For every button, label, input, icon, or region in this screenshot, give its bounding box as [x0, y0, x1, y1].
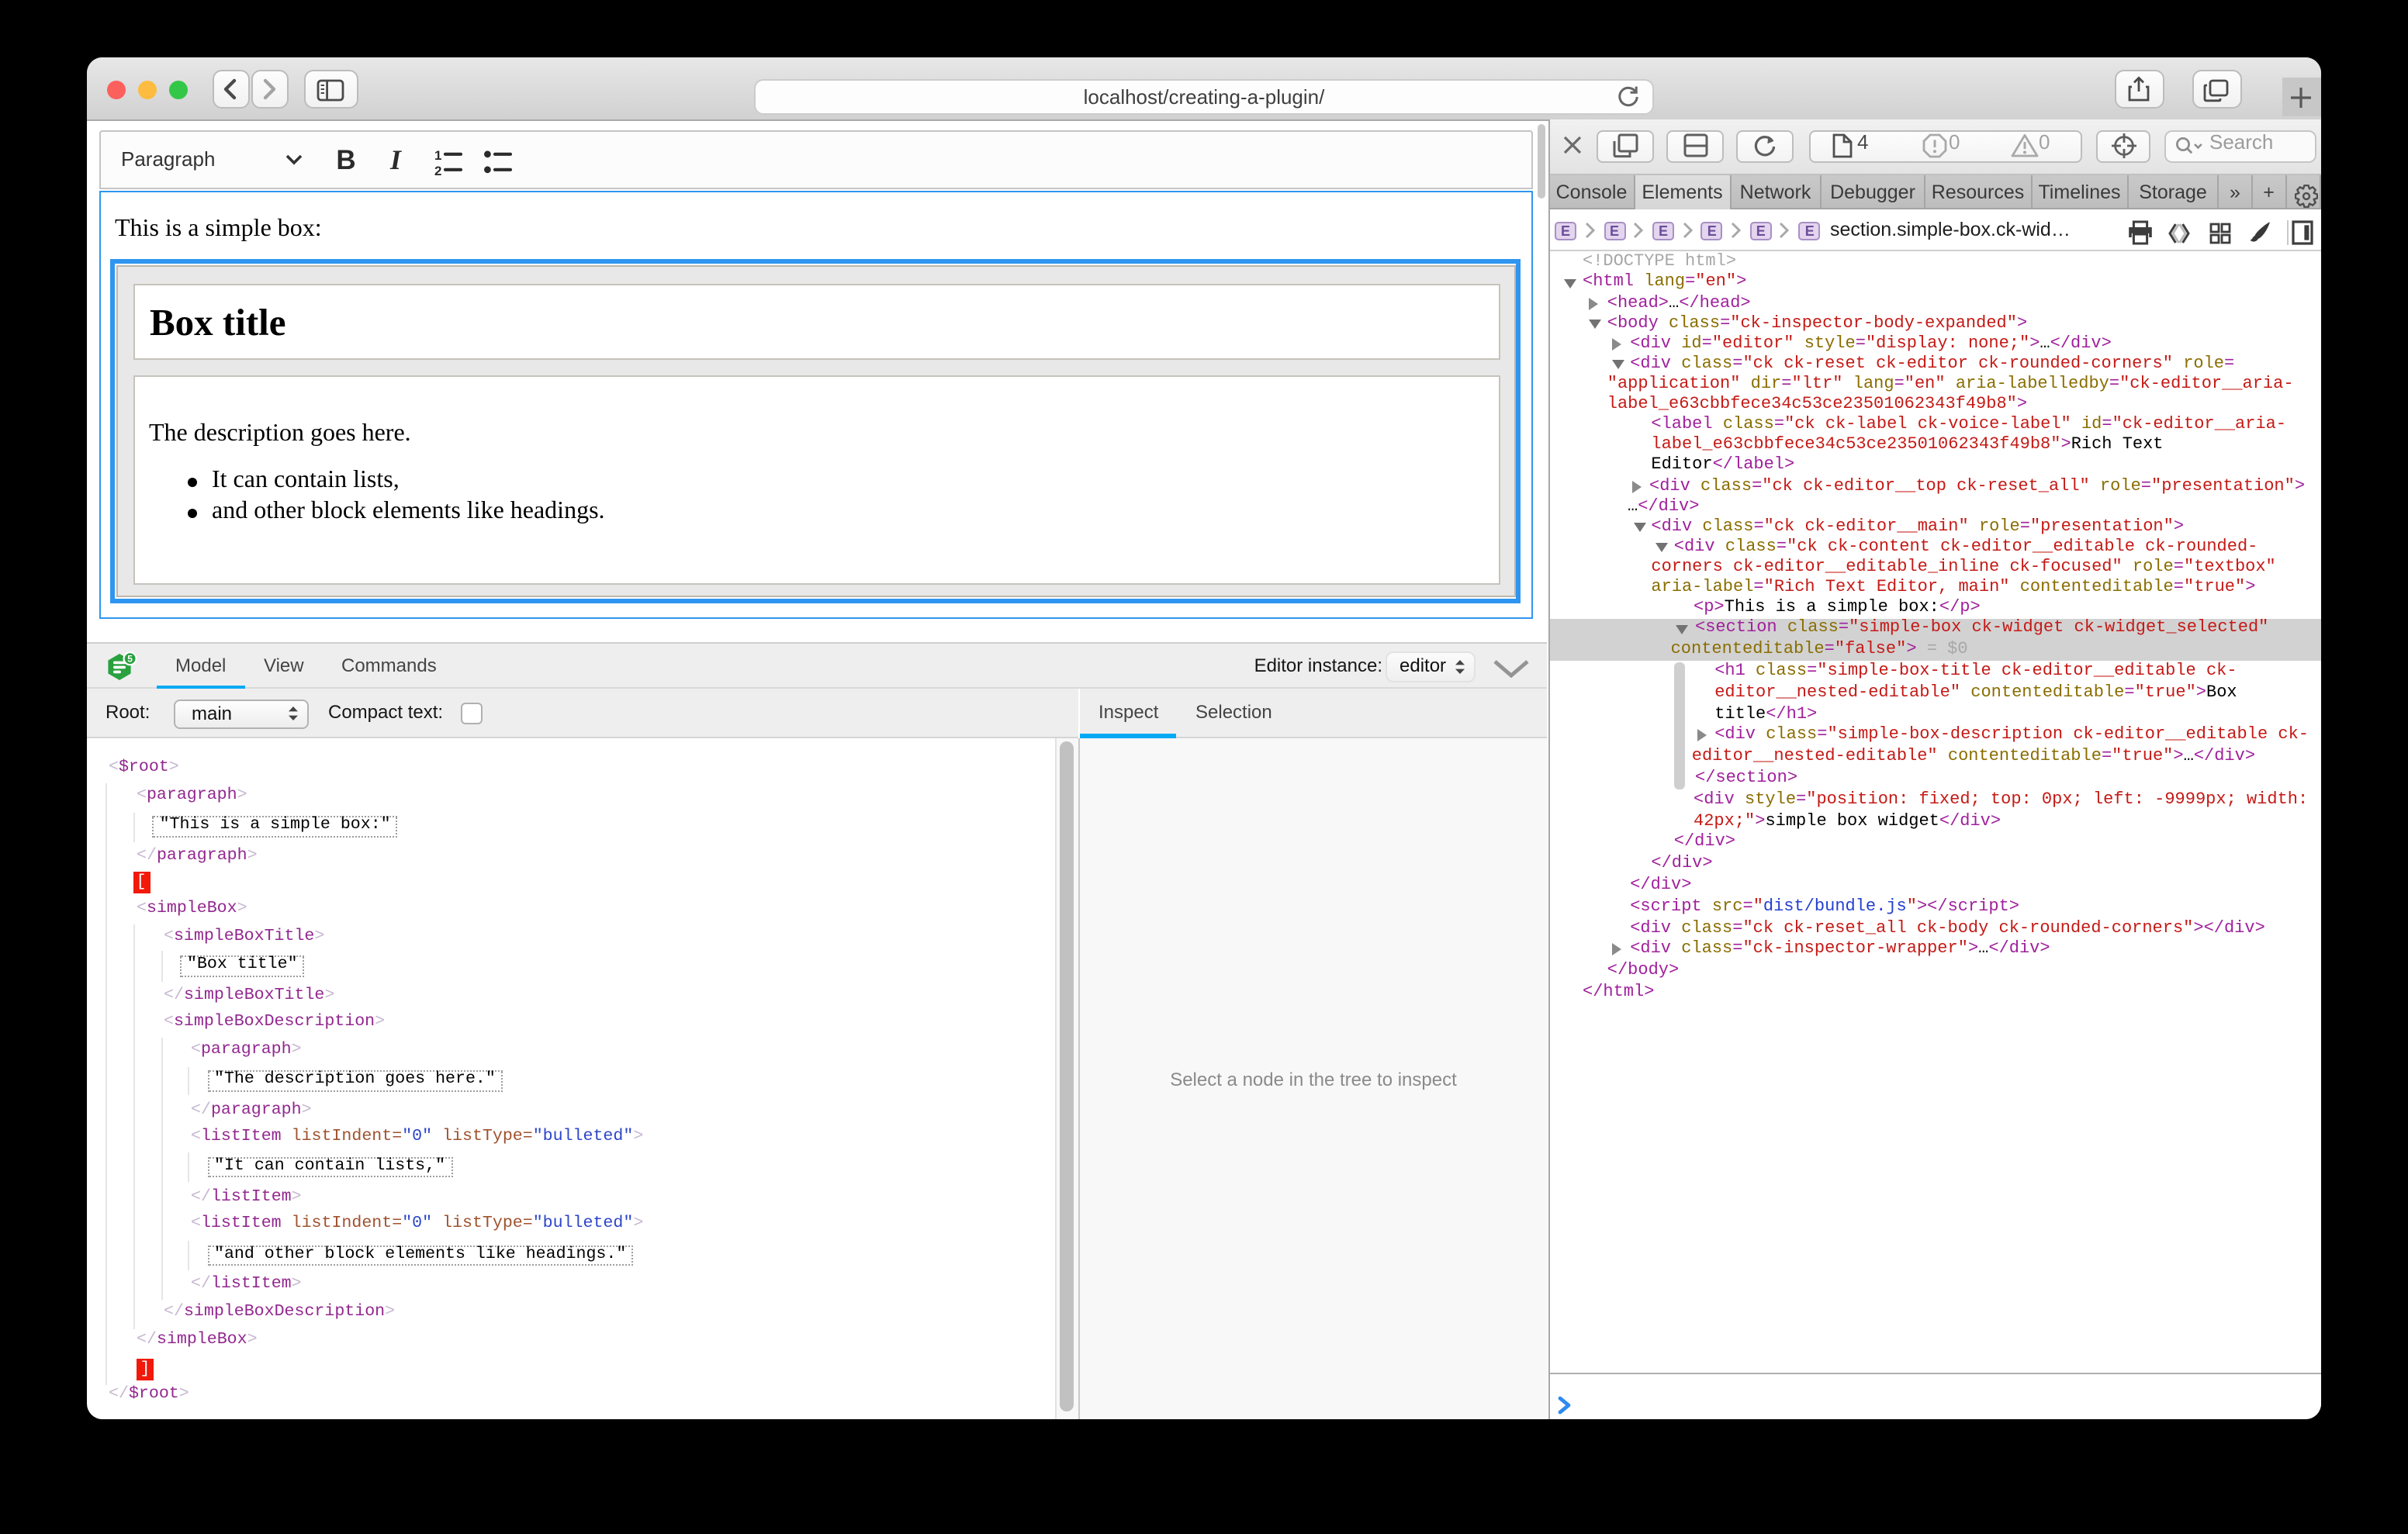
- svg-text:1: 1: [434, 147, 441, 162]
- svg-text:2: 2: [434, 163, 441, 176]
- svg-text:5: 5: [127, 652, 133, 663]
